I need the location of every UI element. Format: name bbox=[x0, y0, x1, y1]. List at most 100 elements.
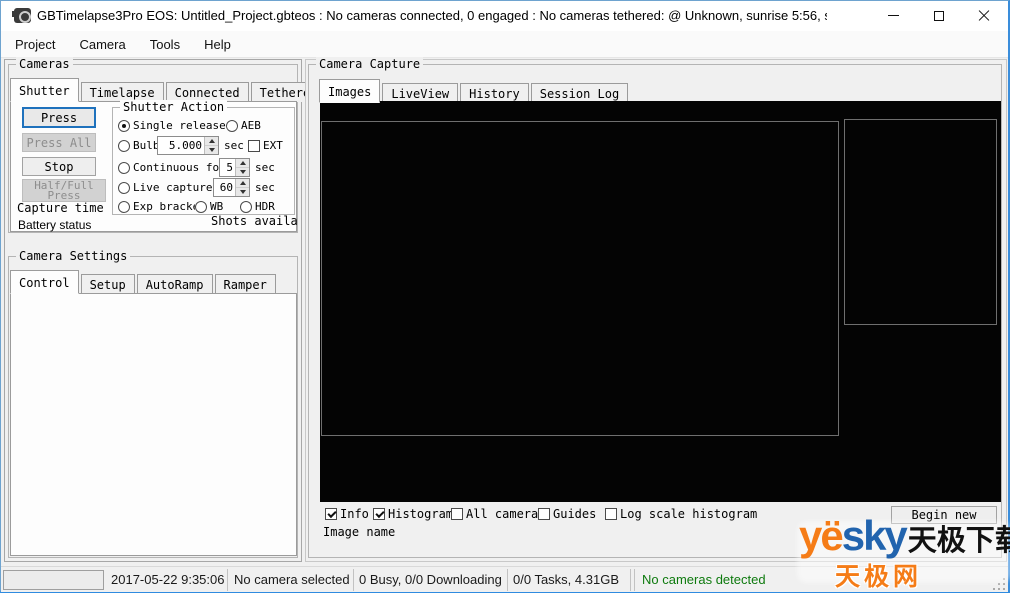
camera-capture-title: Camera Capture bbox=[316, 57, 423, 71]
statusbar-divider bbox=[507, 569, 508, 591]
exp-bracket-label: Exp bracke bbox=[133, 200, 195, 213]
menu-bar: Project Camera Tools Help bbox=[1, 31, 1008, 58]
battery-status-label: Battery status bbox=[18, 218, 91, 232]
exp-bracket-radio[interactable] bbox=[118, 201, 130, 213]
tab-ramper[interactable]: Ramper bbox=[215, 274, 276, 294]
single-release-radio[interactable] bbox=[118, 120, 130, 132]
window-title: GBTimelapse3Pro EOS: Untitled_Project.gb… bbox=[37, 8, 827, 23]
histogram-label: Histogram bbox=[388, 507, 453, 521]
camera-capture-groupbox: Camera Capture Images LiveView History S… bbox=[308, 64, 1002, 558]
continuous-duration-spinner[interactable]: 5 bbox=[219, 158, 250, 177]
maximize-button[interactable] bbox=[916, 1, 961, 30]
tab-autoramp[interactable]: AutoRamp bbox=[137, 274, 213, 294]
tab-shutter[interactable]: Shutter bbox=[10, 78, 79, 102]
menu-help[interactable]: Help bbox=[194, 33, 241, 56]
live-capture-radio[interactable] bbox=[118, 182, 130, 194]
maximize-icon bbox=[934, 11, 944, 21]
hdr-radio[interactable] bbox=[240, 201, 252, 213]
bulb-radio[interactable] bbox=[118, 140, 130, 152]
half-full-press-button: Half/Full Press bbox=[22, 179, 106, 202]
statusbar-tasks: 0/0 Tasks, 4.31GB bbox=[513, 572, 619, 587]
aeb-radio[interactable] bbox=[226, 120, 238, 132]
image-name-label: Image name bbox=[323, 525, 395, 539]
ext-label: EXT bbox=[263, 139, 283, 152]
statusbar-divider bbox=[353, 569, 354, 591]
tab-history[interactable]: History bbox=[460, 83, 529, 103]
control-tab-page bbox=[10, 293, 297, 556]
press-all-button: Press All bbox=[22, 133, 96, 152]
tab-setup[interactable]: Setup bbox=[81, 274, 135, 294]
shutter-tab-page: Press Press All Stop Half/Full Press Cap… bbox=[10, 101, 297, 232]
capture-time-label: Capture time bbox=[17, 201, 104, 215]
spin-down-icon[interactable] bbox=[236, 188, 249, 196]
shutter-action-title: Shutter Action bbox=[120, 100, 227, 114]
tab-images[interactable]: Images bbox=[319, 79, 380, 103]
statusbar-camera-selected: No camera selected bbox=[234, 572, 350, 587]
continuous-sec-label: sec bbox=[255, 161, 275, 174]
camera-capture-panel: Camera Capture Images LiveView History S… bbox=[305, 59, 1007, 562]
menu-camera[interactable]: Camera bbox=[69, 33, 135, 56]
press-button[interactable]: Press bbox=[22, 107, 96, 128]
close-button[interactable] bbox=[961, 1, 1006, 30]
continuous-label: Continuous fo bbox=[133, 161, 219, 174]
minimize-icon bbox=[888, 15, 899, 16]
all-cameras-checkbox[interactable] bbox=[451, 508, 463, 520]
tab-control[interactable]: Control bbox=[10, 270, 79, 294]
info-label: Info bbox=[340, 507, 369, 521]
guides-label: Guides bbox=[553, 507, 596, 521]
camera-settings-title: Camera Settings bbox=[16, 249, 130, 263]
tab-connected[interactable]: Connected bbox=[166, 82, 249, 102]
shots-available-label: Shots availabl bbox=[211, 214, 298, 228]
statusbar-datetime: 2017-05-22 9:35:06 bbox=[111, 572, 224, 587]
statusbar-divider bbox=[630, 569, 631, 591]
tab-session-log[interactable]: Session Log bbox=[531, 83, 628, 103]
status-bar: 2017-05-22 9:35:06 No camera selected 0 … bbox=[1, 566, 1008, 592]
live-duration-spinner[interactable]: 60 bbox=[213, 178, 250, 197]
title-bar[interactable]: GBTimelapse3Pro EOS: Untitled_Project.gb… bbox=[1, 1, 1008, 31]
progress-bar bbox=[3, 570, 104, 590]
image-canvas[interactable] bbox=[320, 101, 1001, 502]
statusbar-cameras-detected: No cameras detected bbox=[642, 572, 766, 587]
all-cameras-label: All cameras bbox=[466, 507, 545, 521]
image-frame bbox=[321, 121, 839, 436]
spin-up-icon[interactable] bbox=[236, 159, 249, 168]
continuous-radio[interactable] bbox=[118, 162, 130, 174]
menu-tools[interactable]: Tools bbox=[140, 33, 190, 56]
spin-up-icon[interactable] bbox=[205, 137, 218, 146]
cameras-groupbox: Cameras Shutter Timelapse Connected Teth… bbox=[8, 64, 298, 233]
thumbnail-frame bbox=[844, 119, 997, 325]
wb-radio[interactable] bbox=[195, 201, 207, 213]
live-duration-value[interactable]: 60 bbox=[214, 181, 235, 194]
spin-up-icon[interactable] bbox=[236, 179, 249, 188]
hdr-label: HDR bbox=[255, 200, 275, 213]
shutter-action-groupbox: Shutter Action Single release AEB Bulb bbox=[112, 107, 295, 215]
bulb-sec-label: sec bbox=[224, 139, 244, 152]
begin-new-button[interactable]: Begin new bbox=[891, 506, 997, 524]
spin-down-icon[interactable] bbox=[205, 146, 218, 154]
cameras-group-title: Cameras bbox=[16, 57, 73, 71]
statusbar-divider bbox=[634, 569, 635, 591]
display-options-row: Info Histogram All cameras Guides Log sc… bbox=[309, 505, 1001, 525]
camera-settings-groupbox: Camera Settings Control Setup AutoRamp R… bbox=[8, 256, 298, 558]
aeb-label: AEB bbox=[241, 119, 261, 132]
guides-checkbox[interactable] bbox=[538, 508, 550, 520]
minimize-button[interactable] bbox=[871, 1, 916, 30]
app-camera-icon bbox=[14, 8, 31, 23]
resize-grip[interactable] bbox=[992, 577, 1005, 590]
live-sec-label: sec bbox=[255, 181, 275, 194]
stop-button[interactable]: Stop bbox=[22, 157, 96, 176]
info-checkbox[interactable] bbox=[325, 508, 337, 520]
menu-project[interactable]: Project bbox=[5, 33, 65, 56]
bulb-duration-spinner[interactable]: 5.000 bbox=[157, 136, 219, 155]
histogram-checkbox[interactable] bbox=[373, 508, 385, 520]
live-capture-label: Live capture bbox=[133, 181, 212, 194]
statusbar-divider bbox=[227, 569, 228, 591]
spin-down-icon[interactable] bbox=[236, 168, 249, 176]
bulb-duration-value[interactable]: 5.000 bbox=[158, 139, 204, 152]
tab-timelapse[interactable]: Timelapse bbox=[81, 82, 164, 102]
log-scale-histogram-checkbox[interactable] bbox=[605, 508, 617, 520]
statusbar-busy-downloading: 0 Busy, 0/0 Downloading bbox=[359, 572, 502, 587]
tab-liveview[interactable]: LiveView bbox=[382, 83, 458, 103]
continuous-duration-value[interactable]: 5 bbox=[220, 161, 235, 174]
ext-checkbox[interactable] bbox=[248, 140, 260, 152]
